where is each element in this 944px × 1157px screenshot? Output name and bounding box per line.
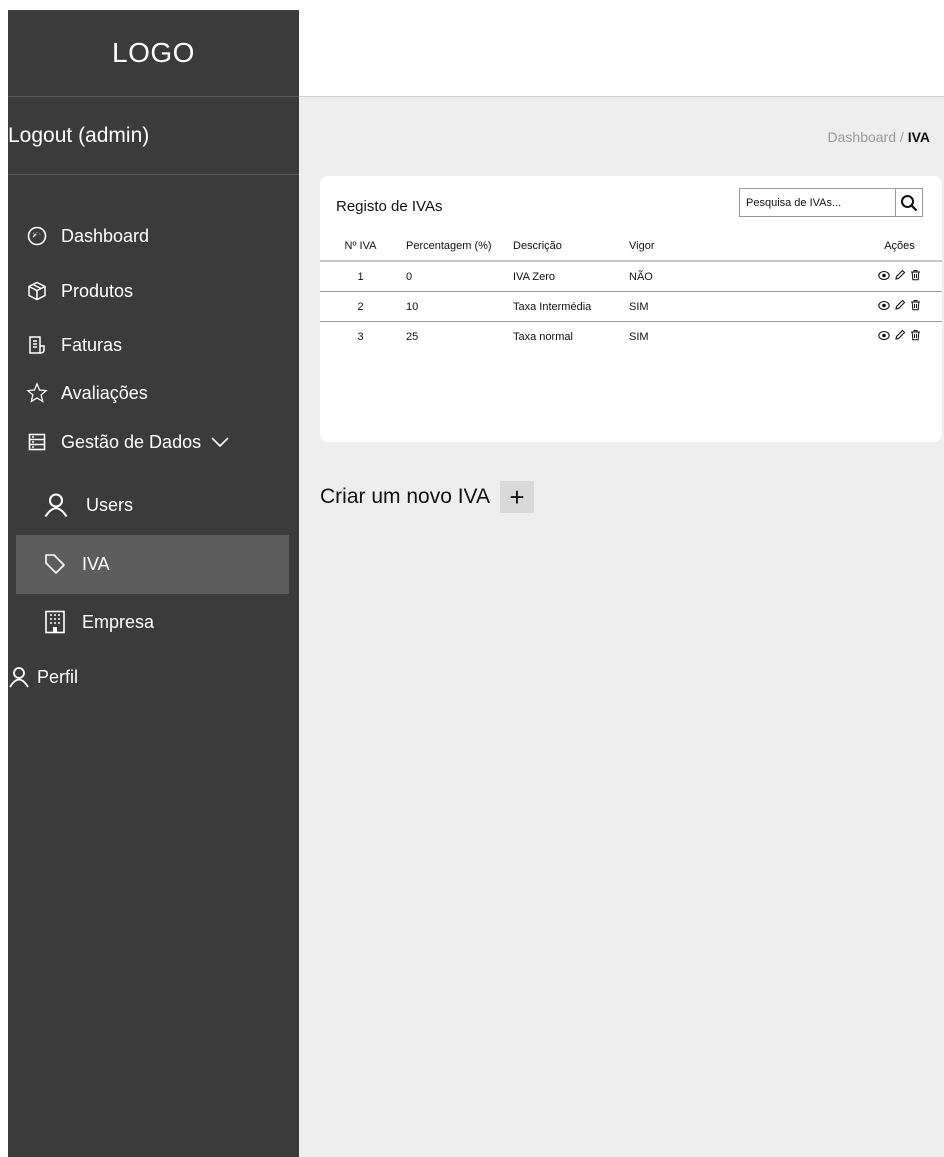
search-icon — [900, 194, 918, 212]
sidebar-item-produtos[interactable]: Produtos — [26, 280, 133, 302]
sidebar-item-label: Perfil — [37, 666, 79, 687]
sidebar-item-empresa[interactable]: Empresa — [44, 610, 155, 634]
cell-percentagem: 25 — [406, 330, 419, 343]
sidebar-item-faturas[interactable]: Faturas — [26, 334, 122, 356]
card-title: Registo de IVAs — [336, 198, 443, 215]
building-icon — [44, 610, 66, 634]
search-input[interactable] — [740, 189, 896, 216]
chevron-down-icon — [210, 436, 230, 448]
table-header-row: Nº IVA Percentagem (%) Descrição Vigor A… — [320, 231, 942, 262]
user-icon — [8, 666, 30, 688]
cell-descricao: Taxa normal — [513, 330, 573, 343]
table-row: 1 0 IVA Zero NÃO — [320, 261, 942, 292]
sidebar-item-avaliacoes[interactable]: Avaliações — [26, 382, 148, 404]
edit-icon[interactable] — [894, 329, 906, 344]
create-iva-label: Criar um novo IVA — [320, 485, 490, 508]
top-bar — [299, 0, 944, 97]
column-header-vigor: Vigor — [629, 231, 857, 262]
cell-num: 2 — [320, 291, 401, 322]
cell-descricao: Taxa Intermédia — [513, 291, 629, 322]
column-header-num: Nº IVA — [320, 231, 401, 262]
trash-icon[interactable] — [910, 269, 921, 284]
search-button[interactable] — [895, 189, 922, 216]
create-iva-section: Criar um novo IVA + — [320, 481, 534, 513]
cell-acoes — [857, 291, 942, 322]
cell-vigor: SIM — [629, 330, 649, 343]
iva-register-card: Registo de IVAs Nº IVA Percentagem (%) D… — [320, 176, 942, 442]
sidebar-item-label: IVA — [82, 553, 110, 574]
sidebar-item-label: Faturas — [61, 334, 123, 355]
logo: LOGO — [8, 10, 299, 97]
cell-vigor: SIM — [629, 291, 857, 322]
main-area — [299, 0, 944, 1157]
sidebar-item-label: Gestão de Dados — [61, 431, 202, 452]
cell-acoes — [857, 322, 942, 352]
edit-icon[interactable] — [894, 299, 906, 314]
table-row: 2 10 Taxa Intermédia SIM — [320, 291, 942, 322]
cell-descricao: IVA Zero — [513, 261, 629, 292]
eye-icon[interactable] — [878, 300, 890, 314]
sidebar-item-perfil[interactable]: Perfil — [8, 666, 78, 688]
cell-num: 1 — [320, 261, 401, 292]
column-header-percentagem: Percentagem (%) — [401, 231, 513, 262]
iva-table: Nº IVA Percentagem (%) Descrição Vigor A… — [320, 231, 942, 351]
sidebar-item-label: Produtos — [61, 280, 134, 301]
breadcrumb-parent[interactable]: Dashboard — [828, 129, 897, 145]
eye-icon[interactable] — [878, 270, 890, 284]
star-icon — [26, 382, 48, 404]
cell-percentagem: 10 — [401, 291, 513, 322]
trash-icon[interactable] — [910, 299, 921, 314]
sidebar-item-label: Empresa — [82, 611, 155, 632]
edit-icon[interactable] — [894, 269, 906, 284]
breadcrumb-separator: / — [896, 129, 908, 145]
cell-percentagem: 0 — [401, 261, 513, 292]
sidebar-item-gestao-de-dados[interactable]: Gestão de Dados — [26, 431, 230, 453]
box-icon — [26, 280, 48, 302]
sidebar-item-users[interactable]: Users — [42, 491, 133, 519]
sidebar-item-iva[interactable]: IVA — [44, 553, 110, 575]
column-header-acoes: Ações — [857, 231, 942, 262]
trash-icon[interactable] — [910, 329, 921, 344]
sidebar-item-label: Dashboard — [61, 225, 150, 246]
breadcrumb: Dashboard / IVA — [828, 129, 930, 145]
table-row: 3 25 Taxa normal SIM — [320, 322, 942, 352]
cell-vigor: NÃO — [629, 261, 857, 292]
sidebar: LOGO Logout (admin) Dashboard Produtos F… — [8, 10, 299, 1157]
sidebar-item-dashboard[interactable]: Dashboard — [26, 225, 149, 247]
gauge-icon — [26, 225, 48, 247]
column-header-descricao: Descrição — [513, 231, 629, 262]
sidebar-item-label: Avaliações — [61, 382, 148, 403]
cell-acoes — [857, 261, 942, 292]
user-icon — [42, 491, 70, 519]
add-iva-button[interactable]: + — [500, 481, 534, 513]
cell-num: 3 — [357, 330, 364, 343]
sidebar-item-label: Users — [86, 494, 134, 515]
tag-icon — [44, 553, 66, 575]
search-box — [739, 188, 923, 217]
breadcrumb-current: IVA — [907, 129, 930, 145]
eye-icon[interactable] — [878, 330, 890, 344]
logout-link[interactable]: Logout (admin) — [8, 97, 299, 175]
invoice-icon — [26, 334, 48, 356]
logout-label: Logout (admin) — [8, 123, 150, 147]
database-icon — [26, 431, 48, 453]
